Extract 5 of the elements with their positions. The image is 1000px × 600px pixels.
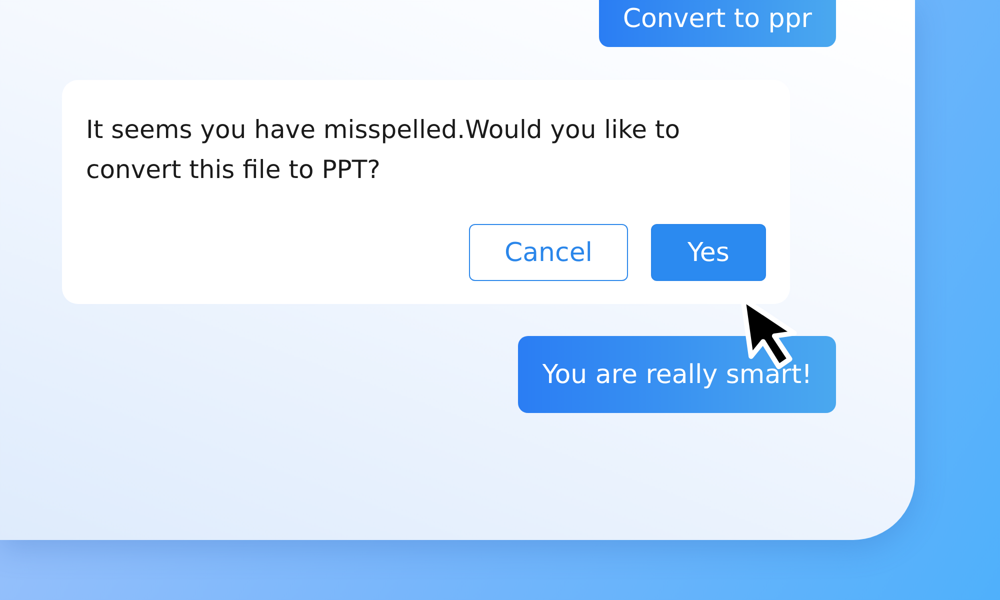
confirm-button[interactable]: Yes — [651, 224, 766, 281]
chat-bubble: Convert to ppr — [598, 0, 836, 47]
chat-bubble: You are really smart! — [518, 336, 836, 413]
cancel-button[interactable]: Cancel — [469, 224, 628, 281]
dialog-message: It seems you have misspelled.Would you like to convert this file to PPT? — [86, 114, 682, 186]
